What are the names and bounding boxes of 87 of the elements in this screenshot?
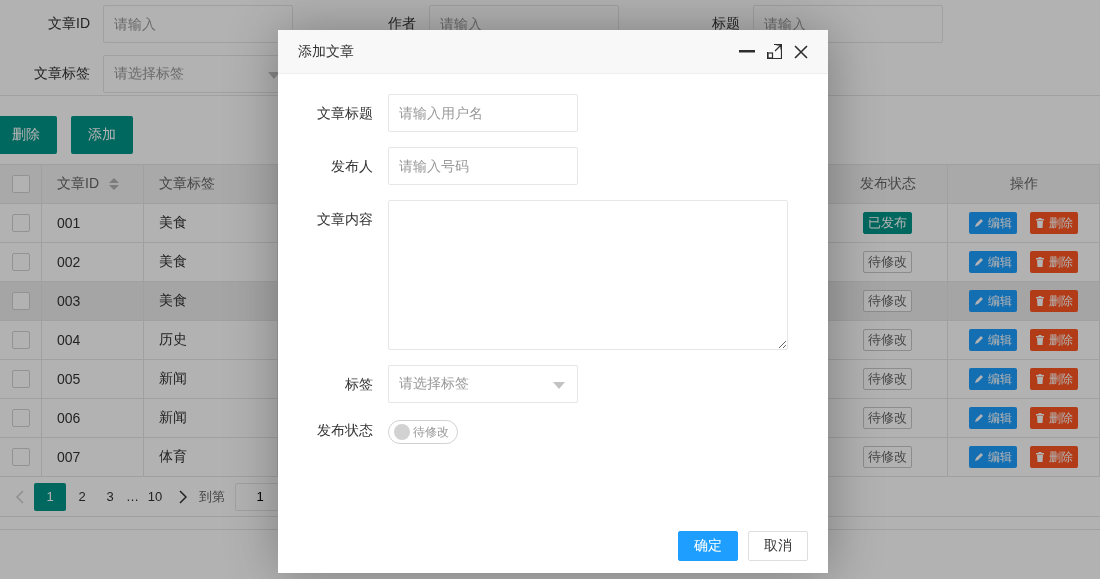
- page-ellipsis: …: [125, 489, 140, 504]
- page-button[interactable]: 3: [96, 482, 124, 511]
- cancel-button[interactable]: 取消: [748, 531, 808, 561]
- column-header: 发布状态: [859, 175, 916, 193]
- trash-icon: [1035, 335, 1045, 345]
- page-button[interactable]: 10: [141, 482, 169, 511]
- table-cell: 007: [42, 438, 144, 477]
- edit-button[interactable]: 编辑: [969, 446, 1017, 468]
- pencil-icon: [974, 413, 984, 423]
- input-field[interactable]: 请输入用户名: [388, 94, 578, 132]
- toggle-switch[interactable]: 待修改: [388, 420, 458, 444]
- edit-button[interactable]: 编辑: [969, 329, 1017, 351]
- delete-button[interactable]: 删除: [1030, 212, 1078, 234]
- field-label: 发布人: [330, 157, 374, 176]
- trash-icon: [1035, 413, 1045, 423]
- edit-button[interactable]: 编辑: [969, 212, 1017, 234]
- edit-button[interactable]: 编辑: [969, 290, 1017, 312]
- status-tag: 已发布: [863, 212, 912, 234]
- delete-button[interactable]: 删除: [1030, 407, 1078, 429]
- status-tag: 待修改: [863, 407, 912, 429]
- checkbox[interactable]: [11, 253, 30, 271]
- confirm-button[interactable]: 确定: [678, 531, 738, 561]
- page-button[interactable]: 2: [68, 482, 96, 511]
- delete-button[interactable]: 删除: [1030, 290, 1078, 312]
- checkbox[interactable]: [11, 448, 30, 466]
- table-cell: 美食: [144, 282, 278, 321]
- field-label: 文章内容: [316, 210, 374, 229]
- minimize-icon[interactable]: [739, 50, 755, 53]
- goto-label: 到第: [199, 487, 225, 506]
- column-header: 操作: [1009, 175, 1038, 193]
- select-field[interactable]: 请选择标签: [388, 365, 578, 403]
- checkbox[interactable]: [11, 370, 30, 388]
- trash-icon: [1035, 296, 1045, 306]
- status-tag: 待修改: [863, 446, 912, 468]
- input-field[interactable]: 请输入号码: [388, 147, 578, 185]
- table-cell: 006: [42, 399, 144, 438]
- table-cell: 003: [42, 282, 144, 321]
- checkbox[interactable]: [11, 331, 30, 349]
- checkbox[interactable]: [11, 292, 30, 310]
- toolbar-button[interactable]: 添加: [71, 116, 133, 154]
- caret-icon: [268, 71, 280, 79]
- field-label: 标签: [344, 375, 374, 394]
- delete-button[interactable]: 删除: [1030, 368, 1078, 390]
- close-icon[interactable]: [794, 44, 808, 59]
- sort-icon[interactable]: [109, 178, 119, 190]
- trash-icon: [1035, 452, 1045, 462]
- field-label: 文章标题: [316, 104, 374, 123]
- checkbox[interactable]: [11, 175, 30, 193]
- toolbar-button[interactable]: 删除: [0, 116, 57, 154]
- pencil-icon: [974, 218, 984, 228]
- field-label: 文章标签: [33, 64, 90, 83]
- status-tag: 待修改: [863, 368, 912, 390]
- delete-button[interactable]: 删除: [1030, 251, 1078, 273]
- column-header: 文章ID: [57, 175, 99, 193]
- edit-button[interactable]: 编辑: [969, 407, 1017, 429]
- caret-icon: [553, 382, 565, 389]
- checkbox[interactable]: [11, 214, 30, 232]
- edit-button[interactable]: 编辑: [969, 368, 1017, 390]
- status-tag: 待修改: [863, 329, 912, 351]
- status-tag: 待修改: [863, 251, 912, 273]
- field-label: 标题: [711, 14, 740, 33]
- table-cell: 001: [42, 204, 144, 243]
- delete-button[interactable]: 删除: [1030, 446, 1078, 468]
- trash-icon: [1035, 218, 1045, 228]
- page-button[interactable]: 1: [34, 482, 66, 511]
- delete-button[interactable]: 删除: [1030, 329, 1078, 351]
- field-label: 发布状态: [316, 421, 374, 440]
- checkbox[interactable]: [11, 409, 30, 427]
- column-header: 文章标签: [159, 175, 215, 193]
- input-field[interactable]: 请输入: [103, 4, 293, 43]
- pencil-icon: [974, 335, 984, 345]
- table-cell: 004: [42, 321, 144, 360]
- pencil-icon: [974, 257, 984, 267]
- status-tag: 待修改: [863, 290, 912, 312]
- field-label: 文章ID: [47, 14, 90, 33]
- pencil-icon: [974, 296, 984, 306]
- pencil-icon: [974, 452, 984, 462]
- trash-icon: [1035, 374, 1045, 384]
- pencil-icon: [974, 374, 984, 384]
- table-cell: 005: [42, 360, 144, 399]
- maximize-icon[interactable]: [767, 44, 782, 59]
- edit-button[interactable]: 编辑: [969, 251, 1017, 273]
- field-label: 作者: [387, 14, 416, 33]
- dialog-title: 添加文章: [298, 42, 355, 61]
- trash-icon: [1035, 257, 1045, 267]
- content-textarea[interactable]: [388, 200, 788, 350]
- chevron-right-icon[interactable]: [179, 489, 187, 504]
